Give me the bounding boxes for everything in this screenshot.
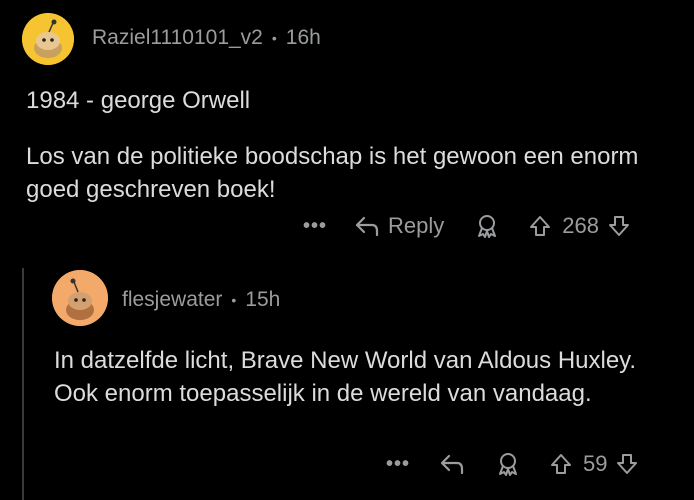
username[interactable]: flesjewater [122,288,222,312]
avatar[interactable] [22,13,74,65]
vote-count: 268 [562,213,599,238]
upvote-icon[interactable] [528,214,552,238]
comment-paragraph: In datzelfde licht, Brave New World van … [54,347,637,407]
reply-label: Reply [388,213,445,238]
avatar[interactable] [52,270,108,326]
award-icon[interactable] [495,451,521,477]
comment-actions: ••• 59 [383,448,639,480]
separator-dot: • [231,292,237,308]
comment-actions: ••• Reply 268 [300,210,631,242]
reply-icon [355,216,379,237]
thread-line[interactable] [22,268,24,500]
comment-meta: Raziel1110101_v2 • 16h [92,26,321,50]
timestamp: 15h [245,288,281,311]
timestamp: 16h [285,26,321,49]
more-icon[interactable]: ••• [300,215,330,238]
reply-button[interactable]: Reply [354,213,444,239]
downvote-icon[interactable] [615,452,639,476]
snoo-avatar-icon [52,270,108,326]
username[interactable]: Raziel1110101_v2 [92,26,263,50]
upvote-icon[interactable] [549,452,573,476]
comment-meta: flesjewater • 15h [122,288,280,312]
more-icon[interactable]: ••• [383,453,413,476]
reply-icon[interactable] [439,452,465,476]
comment-paragraph: 1984 - george Orwell [26,87,251,114]
comment-paragraph: Los van de politieke boodschap is het ge… [26,143,639,203]
snoo-avatar-icon [22,13,74,65]
award-icon[interactable] [474,213,500,239]
separator-dot: • [271,30,277,46]
vote-count: 59 [583,451,608,476]
downvote-icon[interactable] [607,214,631,238]
